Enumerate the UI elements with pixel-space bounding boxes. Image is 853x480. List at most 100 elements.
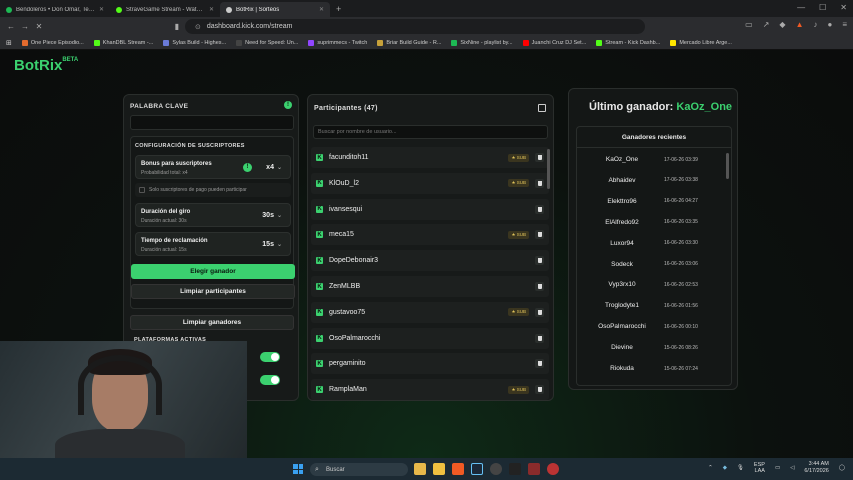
participants-title: Participantes (47) [314,105,378,112]
webcam-overlay [0,341,247,458]
share-icon[interactable]: ↗ [763,20,770,29]
minimize-icon[interactable]: — [797,3,805,12]
steam-icon[interactable] [471,463,483,475]
browser-tab[interactable]: Bendoleros • Don Omar, Tego Ca ✕ [0,2,110,17]
maximize-icon[interactable]: ☐ [819,3,826,12]
trash-glyph [537,258,542,264]
tab-close-icon[interactable]: ✕ [319,6,324,13]
bookmark-item[interactable]: Briar Build Guide - R... [377,39,441,46]
back-icon[interactable]: ← [4,22,18,31]
paid-only-label: Solo suscriptores de pago pueden partici… [149,187,247,193]
trash-icon[interactable] [535,282,544,291]
network-icon[interactable]: ▭ [775,465,780,472]
volume-icon[interactable]: ◁ [790,465,794,472]
participant-row: K ZenMLBB [311,276,549,297]
bookmark-item[interactable]: KhanDBL Stream -... [93,39,153,46]
bonus-sub: Probabilidad total: x4 [141,170,188,176]
bookmark-item[interactable]: suprimmecs - Twitch [308,39,367,46]
bookmark-icon[interactable]: ▮ [170,22,184,31]
folder-icon[interactable] [433,463,445,475]
new-tab-button[interactable]: + [336,4,341,14]
keyword-input[interactable] [130,115,294,130]
browser-tab[interactable]: BotRix | Sorteos ✕ [220,2,330,17]
tab-close-icon[interactable]: ✕ [209,6,214,13]
tab-favicon-icon [6,6,12,13]
platform-toggle-1[interactable] [260,352,280,362]
winners-scrollbar[interactable] [726,153,729,179]
bookmark-item[interactable]: Sylas Build - Highes... [163,39,227,46]
sub-config-title: CONFIGURACIÓN DE SUSCRIPTORES [135,143,245,149]
winner-date: 17-06-26 03:38 [664,177,698,184]
copy-icon[interactable] [538,104,546,112]
winner-date: 17-06-26 03:39 [664,156,698,163]
winner-list: KaOz_One 17-06-26 03:39 Abhaidev 17-06-26 0… [577,149,731,385]
app-icon-2[interactable] [528,463,540,475]
bookmark-item[interactable]: Need for Speed: Un... [236,39,298,46]
bookmark-item[interactable]: Juanchi Cruz DJ Set... [522,39,586,46]
apps-grid-icon[interactable]: ⊞ [6,39,12,47]
brave-shield-icon[interactable]: ▲ [796,20,804,29]
scrollbar[interactable] [547,149,550,189]
browser-tab[interactable]: StraveGame Stream - Watch Live on ✕ [110,2,220,17]
trash-icon[interactable] [535,307,544,317]
kick-icon: K [316,154,323,161]
app-icon-3[interactable] [547,463,559,475]
sub-badge: ★ SUB [508,153,529,162]
participant-list: Kfacunditoh11 ★ SUB K KlOuD_l2 ★ SUB Kivanses… [308,147,553,400]
trash-icon[interactable] [535,385,544,395]
trash-icon[interactable] [535,230,544,240]
app-icon[interactable] [509,463,521,475]
file-explorer-icon[interactable] [414,463,426,475]
start-icon[interactable] [293,464,303,474]
taskbar-search[interactable]: ⌕ Buscar [310,463,408,476]
trash-icon[interactable] [535,333,544,343]
bookmark-item[interactable]: Stream - Kick Dashb... [596,39,660,46]
bookmark-item[interactable]: Mercado Libre Arge... [670,39,732,46]
music-icon[interactable]: ♪ [813,20,817,29]
menu-icon[interactable]: ≡ [842,20,847,29]
tray-app-icon[interactable]: ◆ [723,465,727,472]
platform-toggle-2[interactable] [260,375,280,385]
pick-winner-button[interactable]: Elegir ganador [131,264,295,279]
clear-participants-button[interactable]: Limpiar participantes [131,284,295,299]
bookmark-item[interactable]: SixNine - playlist by... [451,39,513,46]
paid-only-option[interactable]: Solo suscriptores de pago pueden partici… [135,183,291,197]
chevron-down-icon: ⌄ [276,165,282,171]
trash-icon[interactable] [535,256,544,266]
participant-search-input[interactable]: Buscar por nombre de usuario... [313,125,548,139]
winner-date: 16-06-26 03:06 [664,261,698,267]
winner-name: KaOz_One [605,156,639,163]
claim-select[interactable]: 15s ⌄ [262,241,282,248]
extension-icon[interactable]: ◆ [779,20,785,29]
bookmark-label: Sylas Build - Highes... [172,39,227,46]
bonus-info-icon[interactable]: ! [243,163,252,172]
trash-icon[interactable] [535,204,544,214]
tab-close-icon[interactable]: ✕ [99,6,104,13]
mic-icon[interactable]: 🎙︎ [737,465,744,472]
bookmark-favicon-icon [451,39,458,46]
bookmark-item[interactable]: One Piece Episodio... [21,39,84,46]
trash-icon[interactable] [535,153,544,162]
reload-icon[interactable]: ✕ [32,22,46,31]
obs-icon[interactable] [490,463,502,475]
spin-select[interactable]: 30s ⌄ [262,212,282,219]
close-window-icon[interactable]: ✕ [840,3,847,12]
site-info-icon[interactable]: ⊙ [195,23,201,31]
checkbox-icon[interactable] [139,187,145,193]
trash-icon[interactable] [535,178,544,188]
url-field[interactable]: ⊙ dashboard.kick.com/stream [185,19,645,34]
notification-icon[interactable]: ◯ [839,465,845,472]
profile-icon[interactable]: ● [827,20,832,29]
trash-icon[interactable] [535,359,544,369]
spin-duration-card: Duración del giro Duración actual: 30s 3… [135,203,291,227]
forward-icon[interactable]: → [18,22,32,31]
info-icon[interactable]: ! [284,101,292,109]
clear-winners-button[interactable]: Limpiar ganadores [130,315,294,330]
brave-icon[interactable] [452,463,464,475]
participant-row: K DopeDebonair3 [311,250,549,272]
clock-date: 6/17/2026 [804,468,829,474]
winner-row: Elekttro96 16-06-26 04:27 [580,191,728,212]
tray-chevron-icon[interactable]: ⌃ [708,465,713,472]
cast-icon[interactable]: ▭ [745,20,753,29]
bonus-select[interactable]: x4 ⌄ [266,164,282,171]
